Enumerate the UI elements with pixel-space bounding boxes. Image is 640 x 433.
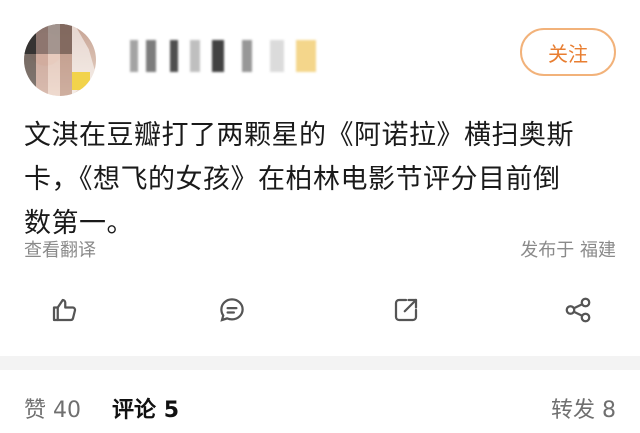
post-content: 文淇在豆瓣打了两颗星的《阿诺拉》横扫奥斯 卡，《想飞的女孩》在柏林电影节评分目前… [24, 114, 616, 246]
comment-icon [220, 298, 244, 322]
repost-stat-count: 8 [602, 398, 616, 423]
avatar[interactable] [24, 24, 96, 96]
section-divider [0, 356, 640, 370]
share-icon [394, 298, 418, 322]
like-stat-label: 赞 [24, 398, 47, 423]
share-action[interactable] [384, 288, 428, 332]
like-stat-count: 40 [53, 398, 82, 423]
repost-stat[interactable]: 转发 8 [551, 392, 616, 424]
follow-label: 关注 [548, 41, 588, 66]
post-text-line-2: 卡，《想飞的女孩》在柏林电影节评分目前倒 [24, 164, 561, 195]
post-location: 发布于 福建 [520, 240, 616, 261]
comment-stat-count: 5 [163, 398, 179, 423]
post-header: 关注 [0, 0, 640, 110]
post-meta: 查看翻译 发布于 福建 [24, 236, 616, 264]
post-text-line-1: 文淇在豆瓣打了两颗星的《阿诺拉》横扫奥斯 [24, 120, 574, 151]
avatar-mosaic-yellow [72, 72, 90, 90]
translate-link[interactable]: 查看翻译 [24, 236, 96, 262]
like-action[interactable] [42, 288, 86, 332]
forward-icon [565, 297, 591, 323]
post-actions [24, 288, 616, 332]
like-icon [52, 298, 77, 322]
like-stat[interactable]: 赞 40 [24, 392, 81, 424]
comment-stat[interactable]: 评论 5 [112, 392, 179, 424]
repost-stat-label: 转发 [550, 398, 595, 423]
comment-stat-label: 评论 [112, 398, 157, 423]
stats-bar: 赞 40 评论 5 转发 8 [24, 392, 616, 424]
forward-action[interactable] [556, 288, 600, 332]
follow-button[interactable]: 关注 [520, 28, 616, 76]
comment-action[interactable] [210, 288, 254, 332]
username-obscured[interactable] [120, 40, 330, 72]
